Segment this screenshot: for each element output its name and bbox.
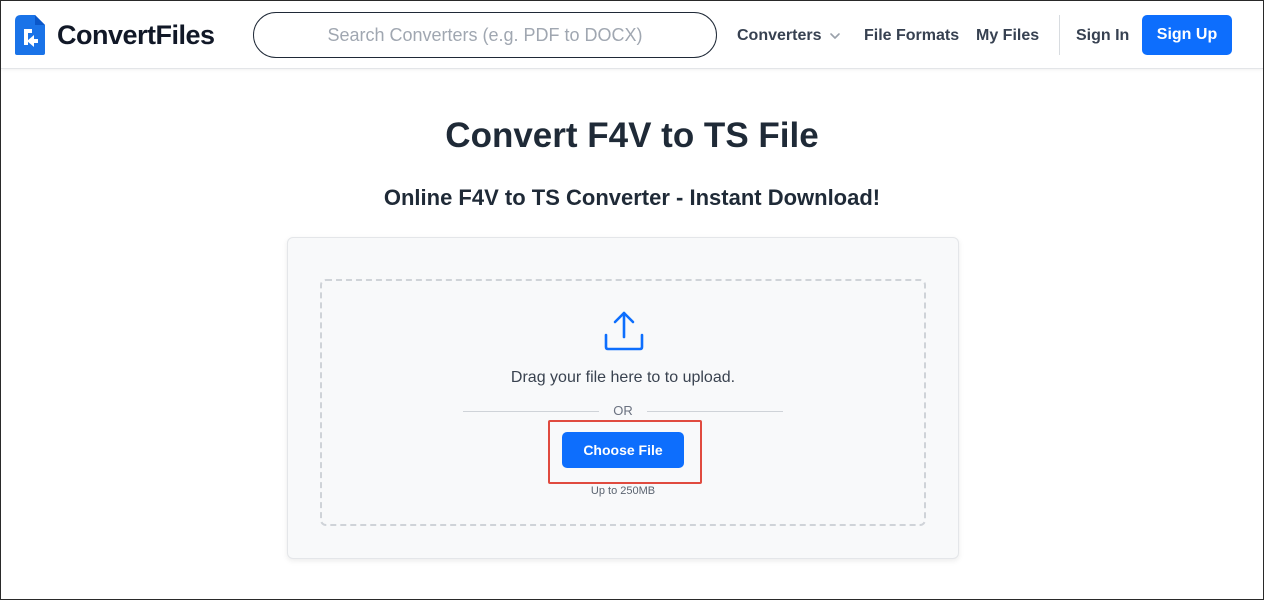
file-size-limit: Up to 250MB bbox=[590, 485, 656, 497]
brand-logo[interactable]: ConvertFiles bbox=[15, 15, 215, 55]
nav-file-formats-link[interactable]: File Formats bbox=[864, 25, 959, 47]
or-line-right bbox=[647, 411, 783, 412]
sign-up-button[interactable]: Sign Up bbox=[1142, 15, 1232, 55]
nav-my-files-link[interactable]: My Files bbox=[976, 25, 1039, 47]
upload-icon bbox=[604, 311, 644, 351]
choose-file-button[interactable]: Choose File bbox=[562, 432, 684, 468]
nav-divider bbox=[1059, 15, 1060, 55]
drag-instructions: Drag your file here to to upload. bbox=[510, 369, 736, 386]
search-input[interactable] bbox=[253, 12, 717, 58]
file-dropzone[interactable]: Drag your file here to to upload. OR Cho… bbox=[320, 279, 926, 526]
chevron-down-icon bbox=[830, 33, 841, 39]
sign-in-link[interactable]: Sign In bbox=[1076, 25, 1129, 47]
or-separator: OR bbox=[463, 402, 783, 420]
convertfiles-logo-icon bbox=[15, 15, 45, 55]
upload-card: Drag your file here to to upload. OR Cho… bbox=[287, 237, 959, 559]
site-header: ConvertFiles Converters File Formats My … bbox=[1, 1, 1263, 69]
brand-name: ConvertFiles bbox=[57, 19, 215, 50]
page-subtitle: Online F4V to TS Converter - Instant Dow… bbox=[383, 185, 881, 210]
page-title: Convert F4V to TS File bbox=[445, 116, 819, 155]
nav-converters-dropdown[interactable]: Converters bbox=[737, 25, 841, 47]
nav-converters-label: Converters bbox=[737, 27, 822, 44]
